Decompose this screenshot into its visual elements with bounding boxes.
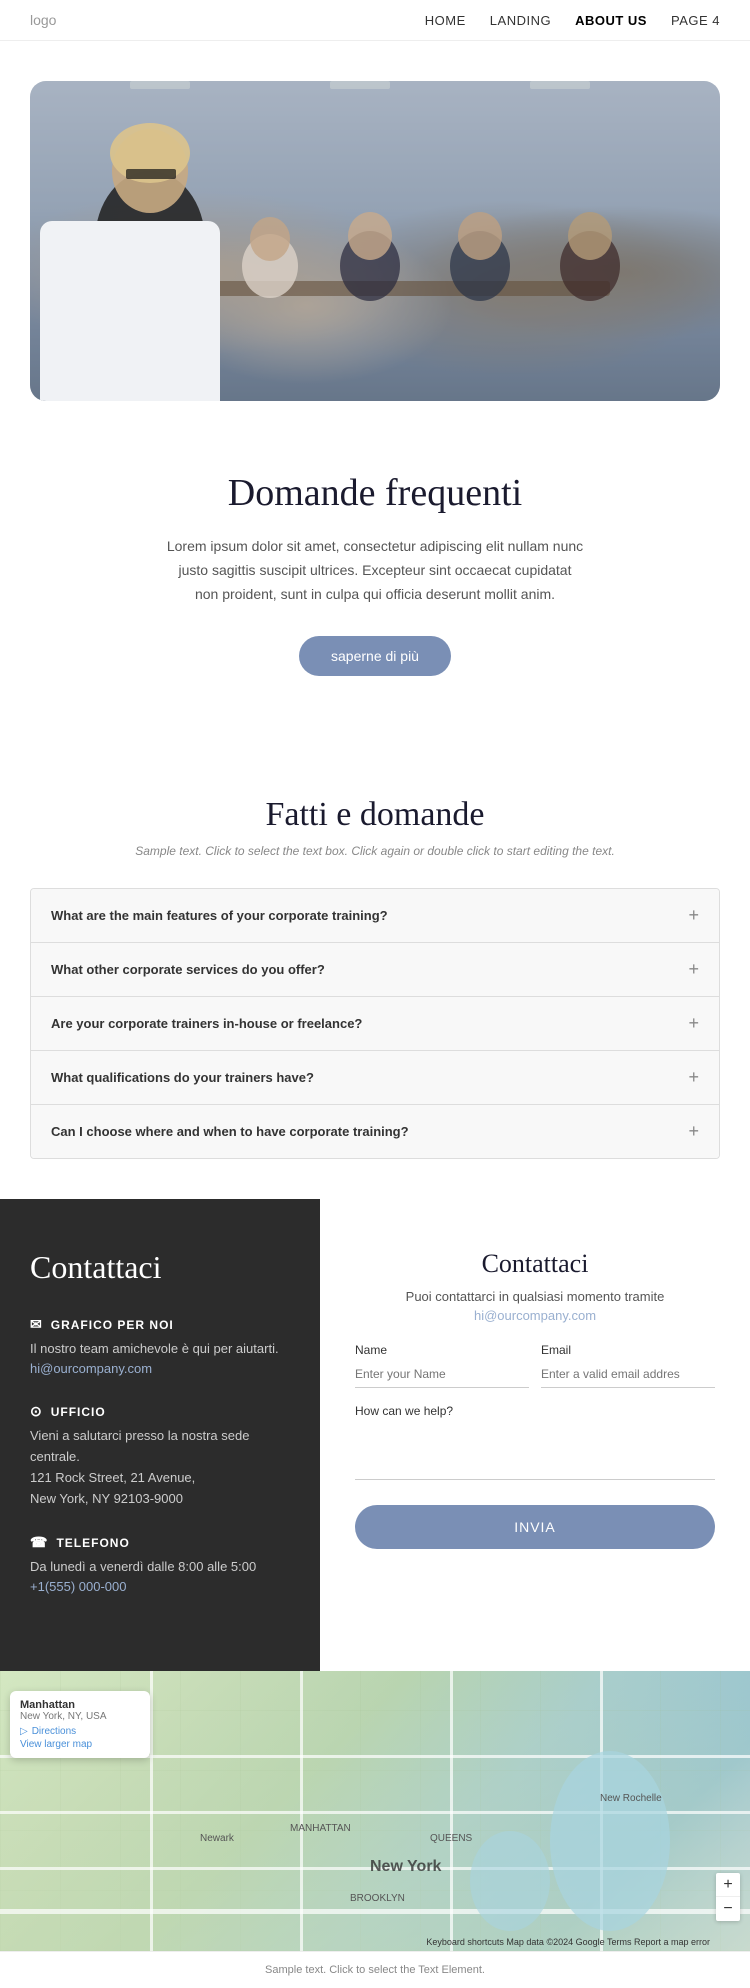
- nav-home[interactable]: HOME: [425, 13, 466, 28]
- faq-subtitle: Sample text. Click to select the text bo…: [30, 844, 720, 858]
- email-input[interactable]: [541, 1361, 715, 1388]
- name-label: Name: [355, 1343, 529, 1357]
- map-section: New York MANHATTAN QUEENS BROOKLYN Newar…: [0, 1671, 750, 1951]
- contact-phone-block: ☎ TELEFONO Da lunedì a venerdì dalle 8:0…: [30, 1534, 290, 1596]
- contact-section: Contattaci ✉ GRAFICO PER NOI Il nostro t…: [0, 1199, 750, 1671]
- contact-phone-label: ☎ TELEFONO: [30, 1534, 290, 1551]
- faq-title: Fatti e domande: [30, 796, 720, 834]
- nav-page4[interactable]: PAGE 4: [671, 13, 720, 28]
- hero-card-overlay: [40, 221, 220, 401]
- nav-landing[interactable]: LANDING: [490, 13, 551, 28]
- hero-image-wrapper: [30, 81, 720, 401]
- faq-plus-3: +: [688, 1013, 699, 1034]
- faq-question-5: Can I choose where and when to have corp…: [51, 1124, 409, 1139]
- map-view-larger[interactable]: View larger map: [20, 1739, 140, 1750]
- directions-icon: ▷: [20, 1726, 28, 1737]
- faq-item-5[interactable]: Can I choose where and when to have corp…: [31, 1105, 719, 1158]
- hero-description: Lorem ipsum dolor sit amet, consectetur …: [165, 535, 585, 606]
- location-icon: ⊙: [30, 1403, 43, 1420]
- faq-plus-1: +: [688, 905, 699, 926]
- faq-item-2[interactable]: What other corporate services do you off…: [31, 943, 719, 997]
- hero-title: Domande frequenti: [165, 471, 585, 515]
- nav-links: HOME LANDING ABOUT US PAGE 4: [425, 13, 720, 28]
- map-popup-title: Manhattan: [20, 1699, 140, 1711]
- help-label: How can we help?: [355, 1404, 453, 1418]
- hero-button[interactable]: saperne di più: [299, 636, 451, 676]
- contact-phone-link[interactable]: +1(555) 000-000: [30, 1579, 127, 1594]
- svg-text:BROOKLYN: BROOKLYN: [350, 1893, 405, 1904]
- map-zoom-controls: + −: [716, 1873, 740, 1921]
- faq-section: Fatti e domande Sample text. Click to se…: [0, 736, 750, 1199]
- contact-right-title: Contattaci: [355, 1249, 715, 1279]
- map-directions[interactable]: ▷ Directions: [20, 1726, 140, 1737]
- hero-section: Domande frequenti Lorem ipsum dolor sit …: [0, 41, 750, 736]
- faq-item-1[interactable]: What are the main features of your corpo…: [31, 889, 719, 943]
- email-icon: ✉: [30, 1316, 43, 1333]
- footer-sample: Sample text. Click to select the Text El…: [0, 1951, 750, 1988]
- zoom-out-button[interactable]: −: [716, 1897, 740, 1921]
- faq-question-2: What other corporate services do you off…: [51, 962, 325, 977]
- faq-plus-5: +: [688, 1121, 699, 1142]
- map-road-5: [150, 1671, 153, 1951]
- contact-office-desc: Vieni a salutarci presso la nostra sede …: [30, 1426, 290, 1509]
- map-road-7: [450, 1671, 453, 1951]
- faq-item-3[interactable]: Are your corporate trainers in-house or …: [31, 997, 719, 1051]
- map-popup: Manhattan New York, NY, USA ▷ Directions…: [10, 1691, 150, 1758]
- contact-left: Contattaci ✉ GRAFICO PER NOI Il nostro t…: [0, 1199, 320, 1671]
- help-textarea[interactable]: [355, 1420, 715, 1480]
- map-popup-sub: New York, NY, USA: [20, 1711, 140, 1722]
- email-label: Email: [541, 1343, 715, 1357]
- svg-text:Newark: Newark: [200, 1833, 235, 1844]
- faq-item-4[interactable]: What qualifications do your trainers hav…: [31, 1051, 719, 1105]
- contact-email-desc: Il nostro team amichevole è qui per aiut…: [30, 1339, 290, 1360]
- map-road-6: [300, 1671, 303, 1951]
- map-water-1: [550, 1751, 670, 1931]
- faq-plus-2: +: [688, 959, 699, 980]
- contact-right-email[interactable]: hi@ourcompany.com: [355, 1308, 715, 1323]
- logo: logo: [30, 12, 56, 28]
- submit-button[interactable]: INVIA: [355, 1505, 715, 1549]
- contact-left-title: Contattaci: [30, 1249, 290, 1286]
- contact-office-label: ⊙ UFFICIO: [30, 1403, 290, 1420]
- contact-right-desc: Puoi contattarci in qualsiasi momento tr…: [355, 1289, 715, 1304]
- contact-right: Contattaci Puoi contattarci in qualsiasi…: [320, 1199, 750, 1671]
- contact-office-block: ⊙ UFFICIO Vieni a salutarci presso la no…: [30, 1403, 290, 1509]
- contact-form: Name Email How can we help? INVIA: [355, 1343, 715, 1549]
- faq-list: What are the main features of your corpo…: [30, 888, 720, 1159]
- contact-email-link[interactable]: hi@ourcompany.com: [30, 1361, 152, 1376]
- faq-question-4: What qualifications do your trainers hav…: [51, 1070, 314, 1085]
- contact-email-block: ✉ GRAFICO PER NOI Il nostro team amichev…: [30, 1316, 290, 1378]
- phone-icon: ☎: [30, 1534, 48, 1551]
- name-input[interactable]: [355, 1361, 529, 1388]
- nav-about[interactable]: ABOUT US: [575, 13, 647, 28]
- contact-email-label: ✉ GRAFICO PER NOI: [30, 1316, 290, 1333]
- faq-plus-4: +: [688, 1067, 699, 1088]
- faq-question-1: What are the main features of your corpo…: [51, 908, 388, 923]
- map-attribution: Keyboard shortcuts Map data ©2024 Google…: [426, 1937, 710, 1947]
- navbar: logo HOME LANDING ABOUT US PAGE 4: [0, 0, 750, 41]
- zoom-in-button[interactable]: +: [716, 1873, 740, 1897]
- contact-phone-desc: Da lunedì a venerdì dalle 8:00 alle 5:00: [30, 1557, 290, 1578]
- hero-text: Domande frequenti Lorem ipsum dolor sit …: [125, 471, 625, 676]
- faq-question-3: Are your corporate trainers in-house or …: [51, 1016, 362, 1031]
- map-water-2: [470, 1831, 550, 1931]
